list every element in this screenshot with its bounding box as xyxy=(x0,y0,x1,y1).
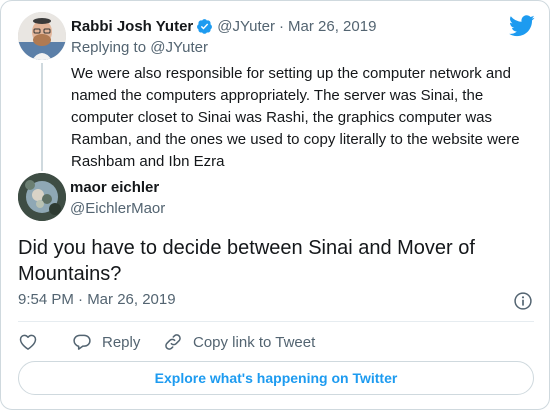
heart-icon xyxy=(19,334,37,350)
copy-link-label: Copy link to Tweet xyxy=(193,333,316,351)
parent-author-handle[interactable]: @JYuter xyxy=(217,18,275,35)
header-separator: · xyxy=(279,17,285,35)
like-button[interactable] xyxy=(18,331,38,353)
embedded-tweet-card: Rabbi Josh Yuter @JYuter · Mar 26, 2019 … xyxy=(0,0,550,410)
reply-button[interactable]: Reply xyxy=(72,331,140,353)
link-icon xyxy=(165,334,181,350)
parent-author-name[interactable]: Rabbi Josh Yuter xyxy=(71,18,193,35)
explore-twitter-button[interactable]: Explore what's happening on Twitter xyxy=(18,361,534,395)
verified-badge-icon xyxy=(196,18,213,35)
parent-tweet-date[interactable]: Mar 26, 2019 xyxy=(288,18,376,35)
replying-to-line: Replying to @JYuter xyxy=(71,39,208,56)
reply-label: Reply xyxy=(102,333,141,351)
reply-author-handle[interactable]: @EichlerMaor xyxy=(70,200,165,217)
replying-to-mention[interactable]: @JYuter xyxy=(150,39,208,56)
reply-author-name[interactable]: maor eichler xyxy=(70,179,159,196)
replying-to-prefix: Replying to xyxy=(71,39,147,56)
reply-timestamp[interactable]: 9:54 PM · Mar 26, 2019 xyxy=(18,291,176,308)
parent-author-avatar[interactable] xyxy=(18,12,66,60)
info-icon[interactable] xyxy=(513,291,533,311)
copy-link-button[interactable]: Copy link to Tweet xyxy=(163,331,315,353)
reply-author-avatar[interactable] xyxy=(18,173,66,221)
parent-tweet-text: We were also responsible for setting up … xyxy=(71,65,520,170)
tweet-actions-bar: Reply Copy link to Tweet xyxy=(18,331,538,353)
reply-tweet-text: Did you have to decide between Sinai and… xyxy=(18,237,475,285)
thread-connector-line xyxy=(41,63,43,171)
twitter-bird-icon[interactable] xyxy=(509,15,535,37)
actions-divider xyxy=(18,321,534,322)
reply-bubble-icon xyxy=(73,334,91,350)
parent-tweet-header: Rabbi Josh Yuter @JYuter · Mar 26, 2019 xyxy=(71,15,376,37)
